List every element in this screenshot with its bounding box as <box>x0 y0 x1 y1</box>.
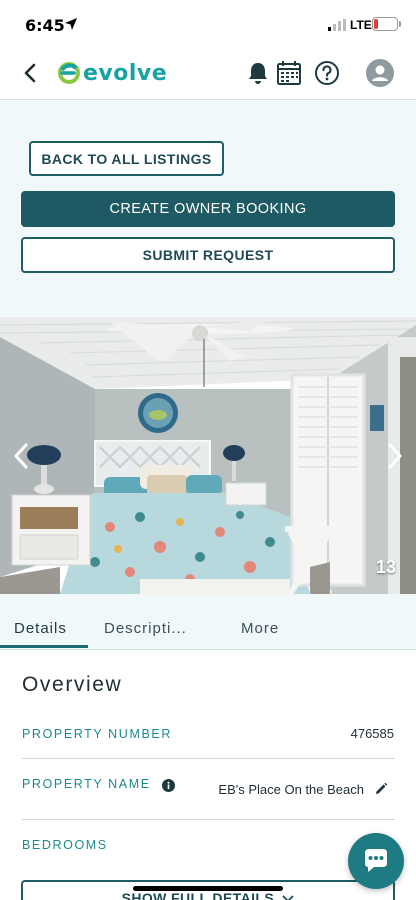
tab-details[interactable]: Details <box>14 620 67 637</box>
calendar-icon[interactable] <box>276 60 302 86</box>
photo-next-icon[interactable] <box>382 441 406 471</box>
logo-text: evolve <box>83 60 168 86</box>
submit-request-button[interactable]: SUBMIT REQUEST <box>21 237 395 273</box>
photo-prev-icon[interactable] <box>10 441 34 471</box>
tab-description[interactable]: Descripti... <box>104 620 187 637</box>
show-full-details-label: SHOW FULL DETAILS <box>121 890 275 900</box>
evolve-logo[interactable]: evolve <box>58 60 167 86</box>
app-header: evolve <box>0 48 416 100</box>
property-number-value: 476585 <box>350 726 394 741</box>
active-tab-indicator <box>0 645 88 648</box>
property-photo-carousel[interactable]: 13 <box>0 317 416 594</box>
row-divider <box>22 819 395 820</box>
property-number-label: PROPERTY NUMBER <box>22 727 172 741</box>
bedrooms-label: BEDROOMS <box>22 838 108 852</box>
chat-bubble-icon <box>365 849 387 872</box>
status-bar: 6:45 LTE <box>0 0 416 48</box>
chat-button[interactable] <box>348 833 404 889</box>
listing-actions: BACK TO ALL LISTINGS CREATE OWNER BOOKIN… <box>0 100 416 317</box>
property-name-value: EB's Place On the Beach <box>218 782 364 797</box>
info-icon[interactable] <box>162 779 175 792</box>
back-to-listings-button[interactable]: BACK TO ALL LISTINGS <box>29 141 224 176</box>
status-time: 6:45 <box>25 16 65 35</box>
photo-count: 13 <box>375 557 396 577</box>
edit-pencil-icon[interactable] <box>374 782 388 796</box>
help-icon[interactable] <box>314 60 340 86</box>
evolve-logo-mark-icon <box>58 62 80 84</box>
overview-title: Overview <box>22 673 123 696</box>
signal-icon <box>328 19 346 31</box>
bell-icon[interactable] <box>245 60 271 86</box>
chevron-down-icon <box>282 895 295 900</box>
row-divider <box>22 758 395 759</box>
back-chevron-icon[interactable] <box>20 62 40 84</box>
listing-tabs: Details Descripti... More <box>0 594 416 650</box>
property-name-label: PROPERTY NAME <box>22 777 151 791</box>
battery-icon <box>372 17 398 31</box>
bedroom-photo <box>0 317 416 594</box>
user-avatar-icon[interactable] <box>366 59 394 87</box>
battery-cap <box>399 21 401 27</box>
create-owner-booking-button[interactable]: CREATE OWNER BOOKING <box>21 191 395 227</box>
home-indicator <box>133 886 283 891</box>
tab-more[interactable]: More <box>241 620 279 637</box>
location-arrow-icon <box>65 18 77 30</box>
network-type: LTE <box>350 18 372 32</box>
